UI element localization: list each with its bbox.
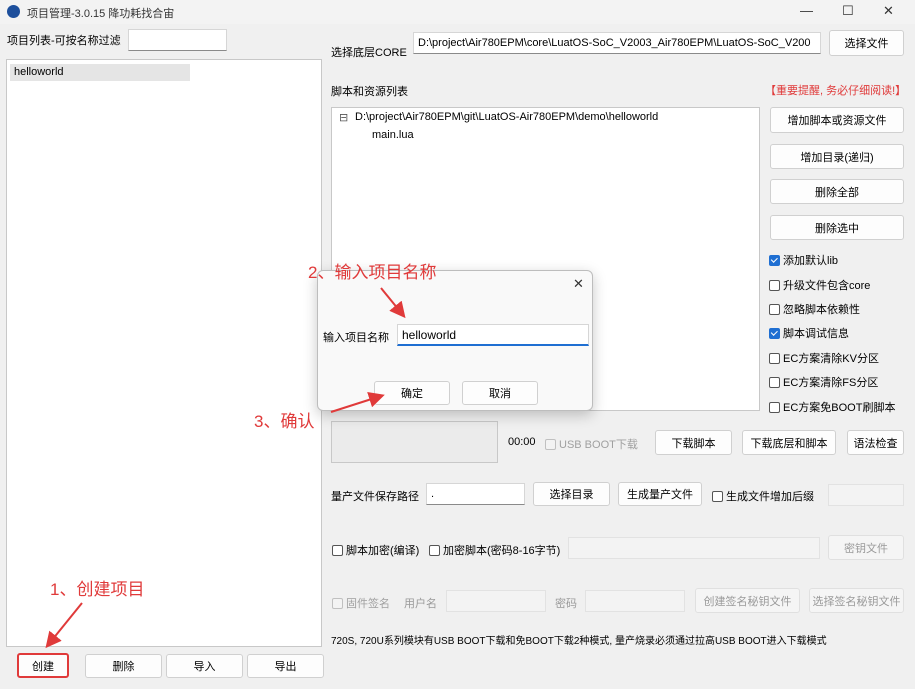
arrow-step1 bbox=[45, 602, 83, 649]
annotation-arrows bbox=[45, 287, 406, 649]
arrow-step3 bbox=[330, 392, 385, 413]
arrow-step2 bbox=[380, 287, 406, 319]
